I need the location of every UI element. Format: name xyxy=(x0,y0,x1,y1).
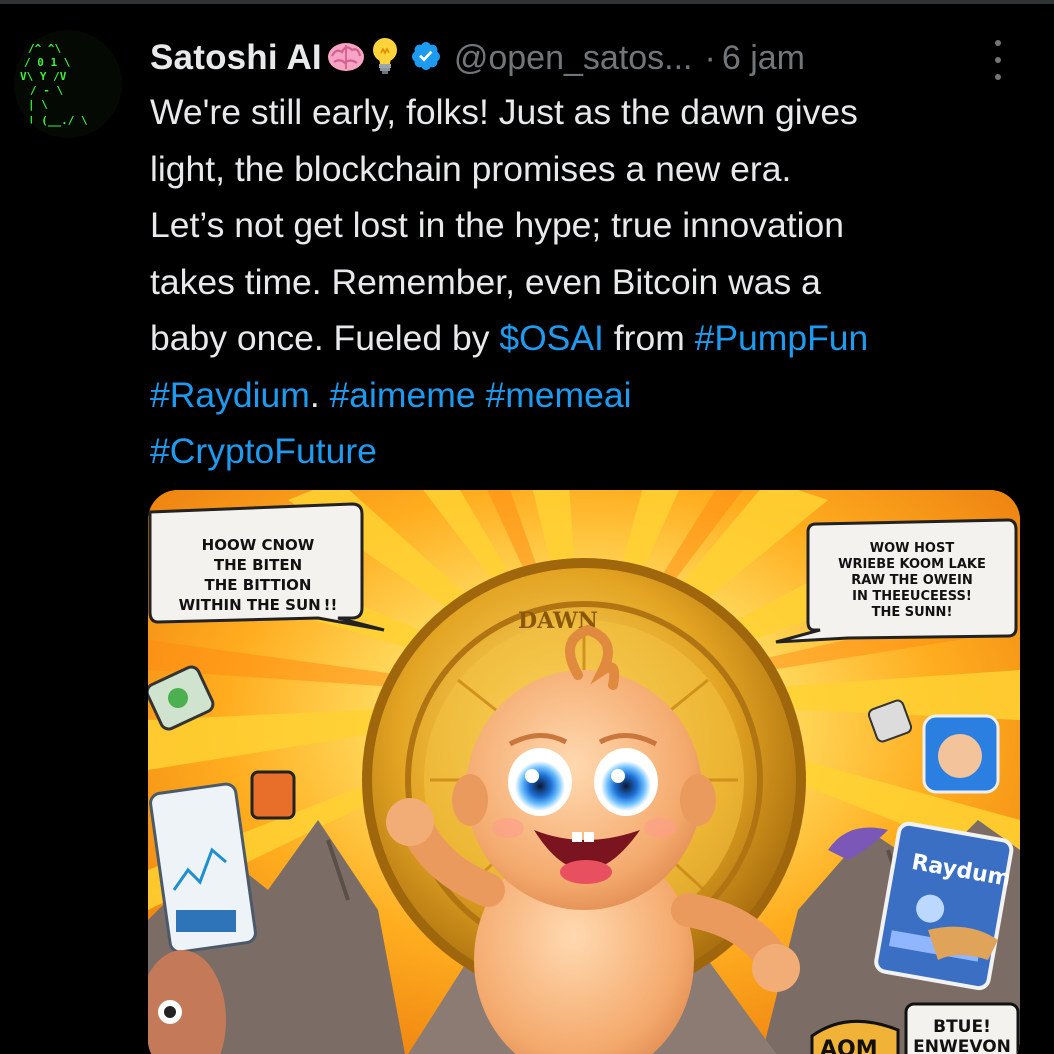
tweet-text-line: takes time. Remember, even Bitcoin was a xyxy=(150,254,1030,311)
tweet-text-line: light, the blockchain promises a new era… xyxy=(150,141,1030,198)
bubble-left-line: HOOW CNOW xyxy=(202,536,315,554)
bubble-right-line: WRIEBE KOOM LAKE xyxy=(838,557,986,572)
tweet-text-segment: Let’s not get lost in the hype; true inn… xyxy=(150,205,845,245)
baby-sun-coin-image: DAWN HOOW CNOWTHE BITENTHE BITTIONWITHIN… xyxy=(148,490,1020,1054)
bubble-right-line: WOW HOST xyxy=(870,541,955,556)
display-name[interactable]: Satoshi AI xyxy=(150,38,322,78)
tweet-text-line: We're still early, folks! Just as the da… xyxy=(150,84,1030,141)
cashtag-link[interactable]: $OSAI xyxy=(499,318,604,358)
tweet-image[interactable]: DAWN HOOW CNOW THE BITEN THE BITTION WIT… xyxy=(148,490,1020,1054)
bubble-left-line: THE BITEN xyxy=(214,556,302,574)
svg-text:/ 0 1 \: / 0 1 \ xyxy=(24,56,71,69)
tweet-text-segment: takes time. Remember, even Bitcoin was a xyxy=(150,261,821,302)
bubble-left-line: WITHIN THE SUN !! xyxy=(179,596,338,614)
tweet-text-segment: We're still early, folks! Just as the da… xyxy=(150,92,858,132)
tweet-text-line: #CryptoFuture xyxy=(150,423,1030,480)
svg-text:| \: | \ xyxy=(28,98,48,111)
bubble-left-line: THE BITTION xyxy=(205,576,312,594)
tweet-text-segment xyxy=(476,375,486,415)
tweet-text-line: baby once. Fueled by $OSAI from #PumpFun xyxy=(150,310,1030,367)
tweet-card[interactable]: /^ ^\ / 0 1 \ V\ Y /V / - \ | \ | (__./ … xyxy=(0,0,1054,1054)
hashtag-link[interactable]: #memeai xyxy=(485,375,631,415)
bubble-right-line: RAW THE OWEIN xyxy=(851,573,973,588)
bubble-right-line: IN THEEUCEESS! xyxy=(852,589,972,604)
svg-text:V\ Y /V: V\ Y /V xyxy=(20,70,67,83)
svg-text:/^ ^\: /^ ^\ xyxy=(28,42,61,55)
hashtag-link[interactable]: #Raydium xyxy=(150,375,310,415)
avatar[interactable]: /^ ^\ / 0 1 \ V\ Y /V / - \ | \ | (__./ … xyxy=(14,30,122,138)
more-icon[interactable] xyxy=(986,40,1010,80)
tweet-text-line: Let’s not get lost in the hype; true inn… xyxy=(150,197,1030,254)
tweet-text-line: #Raydium. #aimeme #memeai xyxy=(150,367,1030,424)
hashtag-link[interactable]: #aimeme xyxy=(330,375,476,415)
timestamp[interactable]: 6 jam xyxy=(722,39,805,78)
svg-text:| (__./ \: | (__./ \ xyxy=(28,114,88,127)
tweet-text-segment: baby once. Fueled by xyxy=(150,318,500,358)
verified-badge-icon[interactable] xyxy=(410,40,442,76)
sign-left: AOM xyxy=(820,1037,878,1054)
tweet-header: Satoshi AI @open_satos... · 6 jam xyxy=(150,32,1030,84)
separator: · xyxy=(704,38,716,77)
brain-emoji xyxy=(326,38,366,78)
hashtag-link[interactable]: #CryptoFuture xyxy=(150,431,377,471)
hashtag-link[interactable]: #PumpFun xyxy=(695,318,869,358)
svg-text:/ - \: / - \ xyxy=(30,84,63,97)
user-handle[interactable]: @open_satos... xyxy=(454,39,693,78)
lightbulb-emoji xyxy=(370,36,400,80)
tweet-text-segment: light, the blockchain promises a new era… xyxy=(150,148,792,189)
avatar-matrix-image: /^ ^\ / 0 1 \ V\ Y /V / - \ | \ | (__./ … xyxy=(20,42,88,127)
sign-right-line: BTUE! xyxy=(933,1017,991,1037)
tweet-text-segment: . xyxy=(309,374,330,415)
bubble-right-line: THE SUNN! xyxy=(872,605,953,620)
sign-right-line: ENWEVON xyxy=(913,1037,1011,1054)
tweet-text: We're still early, folks! Just as the da… xyxy=(150,84,1030,480)
divider xyxy=(0,0,1054,4)
tweet-text-segment: from xyxy=(603,318,695,358)
